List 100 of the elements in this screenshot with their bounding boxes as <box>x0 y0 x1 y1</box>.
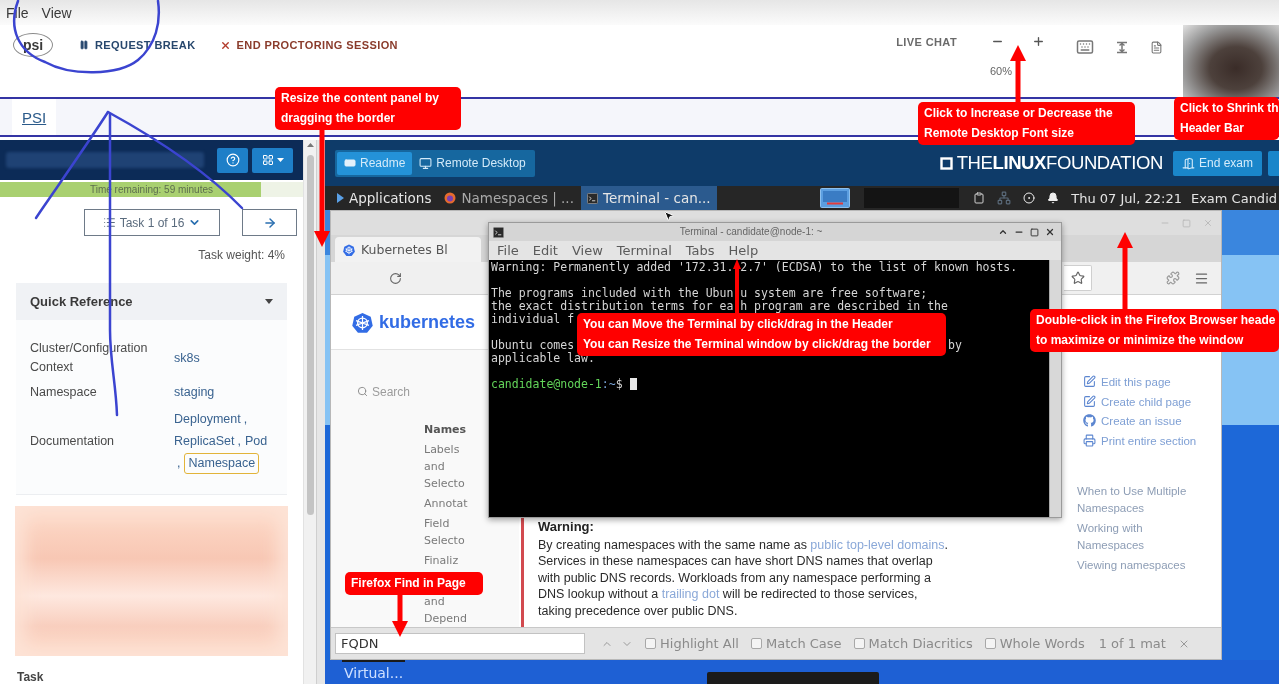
menu-item[interactable]: Help <box>728 243 759 258</box>
extension-icon[interactable] <box>1166 271 1180 285</box>
annotation-callout: Firefox Find in Page <box>345 572 483 595</box>
documentation-link[interactable]: ReplicaSet <box>174 430 235 452</box>
close-icon[interactable] <box>1045 227 1055 237</box>
terminal-icon <box>493 226 504 238</box>
annotation-callout: Click to Shrink th Header Bar <box>1174 97 1279 140</box>
toc-link[interactable]: Working with Namespaces <box>1077 520 1205 554</box>
scroll-up-icon[interactable] <box>306 143 314 147</box>
panel-tab[interactable]: Remote Desktop <box>412 151 533 175</box>
page-action-link[interactable]: Print entire section <box>1083 431 1197 451</box>
menu-item[interactable]: File <box>497 243 519 258</box>
documentation-link[interactable]: Pod <box>244 430 268 452</box>
section-heading: Task <box>17 670 45 684</box>
nav-link[interactable]: Labels and Selecto <box>424 441 465 492</box>
github-icon <box>1083 414 1096 427</box>
toc-link[interactable]: Viewing namespaces <box>1077 557 1205 574</box>
network-icon[interactable] <box>997 191 1012 205</box>
cut-off-button[interactable] <box>1268 150 1279 176</box>
next-task-button[interactable] <box>242 209 297 236</box>
taskbar-item[interactable]: Terminal - can... <box>580 186 717 210</box>
bell-icon[interactable] <box>1047 192 1060 204</box>
pause-icon <box>79 40 89 50</box>
request-break-button[interactable]: REQUEST BREAK <box>75 37 200 53</box>
nav-link[interactable]: Finaliz <box>424 552 459 569</box>
increase-font-button[interactable] <box>1031 34 1046 49</box>
square-logo-icon <box>939 156 953 170</box>
menu-item[interactable]: View <box>41 4 72 21</box>
page-action-link[interactable]: Edit this page <box>1083 373 1197 393</box>
text-height-icon[interactable] <box>1116 40 1128 54</box>
page-action-link[interactable]: Create child page <box>1083 392 1197 412</box>
nav-link[interactable]: and Depend <box>424 593 467 627</box>
documentation-link[interactable]: Namespace <box>184 452 260 474</box>
reference-label: Namespace <box>30 384 98 401</box>
documentation-link[interactable]: Deployment <box>174 408 241 430</box>
toc-link[interactable]: When to Use Multiple Namespaces <box>1077 483 1205 517</box>
checkbox[interactable] <box>750 638 762 649</box>
document-icon[interactable] <box>1150 40 1163 54</box>
clipboard-icon[interactable] <box>973 192 986 204</box>
help-button[interactable] <box>217 147 248 173</box>
page-action-link[interactable]: Create an issue <box>1083 412 1197 432</box>
caret-up-icon[interactable] <box>998 227 1008 237</box>
terminal-prompt: candidate@node-1:~$ <box>491 378 623 391</box>
taskbar-item[interactable]: Virtual... <box>342 660 406 684</box>
door-icon <box>1181 156 1195 170</box>
search-field[interactable]: Search <box>372 382 452 401</box>
grid-menu-button[interactable] <box>252 147 293 173</box>
terminal-output: u system are free software; <box>740 287 928 300</box>
browser-tab[interactable]: Kubernetes Bl <box>335 237 481 262</box>
monitor-icon <box>419 156 433 170</box>
psi-tab[interactable]: PSI <box>12 99 57 135</box>
live-chat-button[interactable]: LIVE CHAT <box>896 34 957 50</box>
pointer-arrow <box>1010 45 1026 102</box>
panel-tab[interactable]: Readme <box>337 151 413 175</box>
scrollbar-thumb[interactable] <box>306 155 314 515</box>
keyboard-icon[interactable] <box>1076 38 1094 56</box>
task-selector[interactable]: Task 1 of 16 <box>84 209 220 236</box>
checkbox[interactable] <box>984 638 996 649</box>
checkbox-label: Match Case <box>765 636 842 651</box>
terminal-output: individual f <box>491 313 575 326</box>
maximize-icon[interactable] <box>1030 227 1039 237</box>
edit-icon <box>1083 375 1096 388</box>
taskbar-item[interactable]: Applications <box>331 186 438 210</box>
grid-icon <box>261 154 274 166</box>
checkbox[interactable] <box>853 638 865 649</box>
terminal-output: by <box>947 339 962 352</box>
pointer-arrow <box>732 259 741 313</box>
end-exam-button[interactable]: End exam <box>1172 150 1262 176</box>
menu-item[interactable]: Tabs <box>685 243 715 258</box>
list-icon <box>102 216 116 229</box>
menu-item[interactable]: View <box>571 243 603 258</box>
nav-link[interactable]: Field Selecto <box>424 515 465 549</box>
user-name: Exam Candid <box>1190 190 1277 206</box>
link-separator: , <box>177 455 181 472</box>
text-cursor <box>629 378 637 390</box>
close-icon <box>219 39 231 51</box>
menu-item[interactable]: Terminal <box>616 243 672 258</box>
status-icon[interactable] <box>1023 192 1036 204</box>
menu-item[interactable]: Edit <box>532 243 558 258</box>
annotation-callout: You can Move the Terminal by click/drag in the Header You can Resize the Terminal window by click/drag the border <box>577 313 946 356</box>
browser-icon <box>444 192 457 204</box>
annotation-callout: Double-click in the Firefox Browser heade to maximize or minimize the window <box>1030 309 1279 352</box>
search-icon <box>357 386 368 397</box>
menu-icon[interactable] <box>1194 270 1209 286</box>
screen-icon[interactable] <box>820 188 851 208</box>
end-session-button[interactable]: END PROCTORING SESSION <box>215 37 402 53</box>
reload-icon[interactable] <box>389 271 402 285</box>
nav-link[interactable]: Annotat <box>424 495 468 512</box>
taskbar-item[interactable]: Namespaces | ... <box>438 186 580 210</box>
terminal-output: h program are described in the <box>740 300 948 313</box>
terminal-output: 2.7' (ECDSA) to the list of known hosts. <box>740 261 1018 274</box>
bookmark-star-icon[interactable] <box>1070 271 1085 285</box>
find-in-page-field[interactable]: FQDN <box>335 633 585 654</box>
task-weight: Task weight: 4% <box>198 248 285 262</box>
caret-icon <box>276 158 284 162</box>
nav-heading: Names <box>424 422 467 438</box>
address-field[interactable] <box>1064 265 1092 291</box>
checkbox[interactable] <box>645 638 656 649</box>
edit-icon <box>1083 394 1096 408</box>
clock-text: Thu 07 Jul, 22:21 <box>1071 190 1182 206</box>
